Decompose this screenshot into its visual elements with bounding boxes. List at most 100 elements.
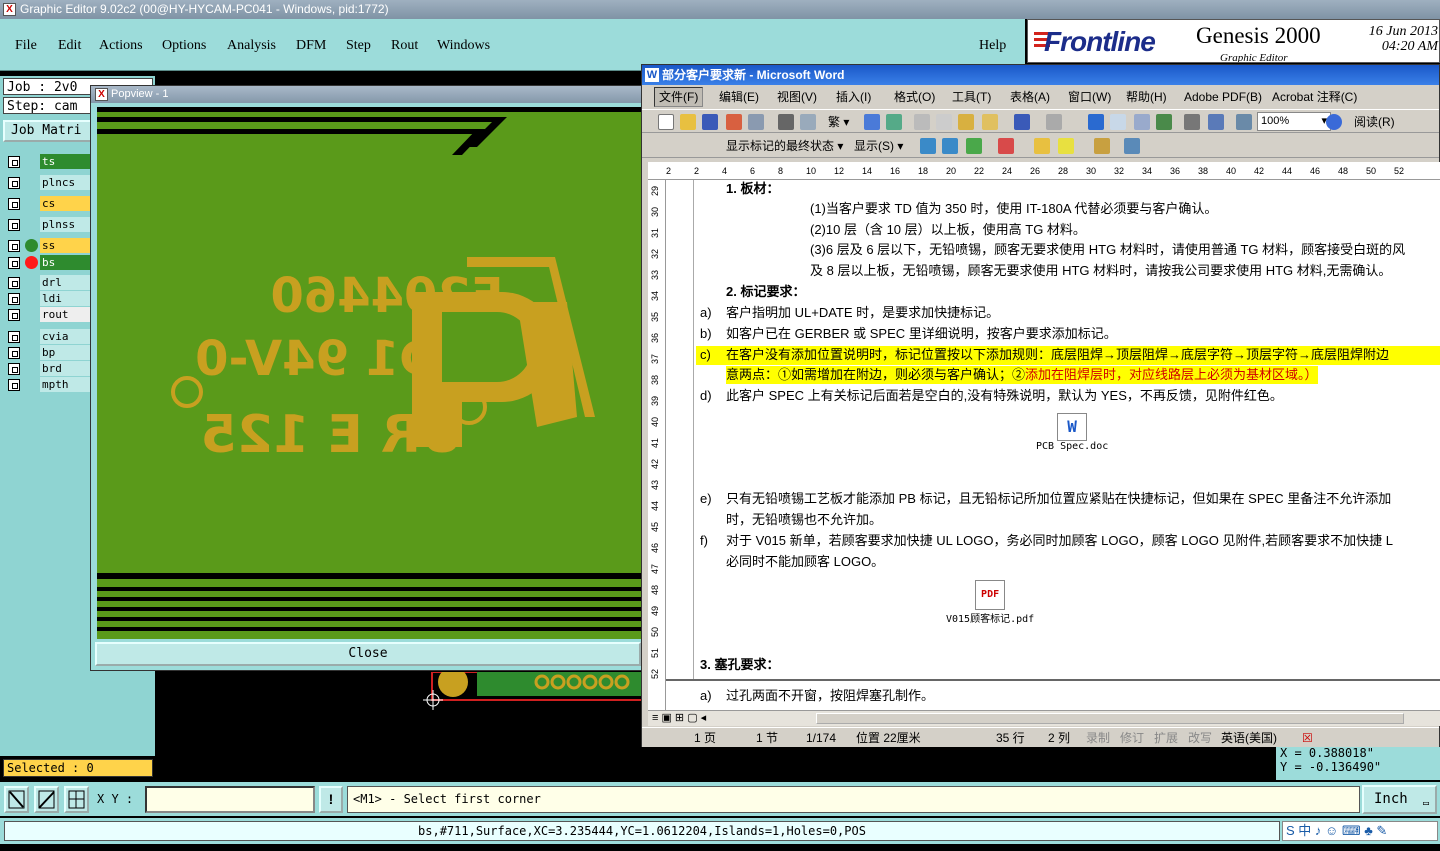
print-icon[interactable]: [778, 114, 794, 130]
tables-borders-icon[interactable]: [1110, 114, 1126, 130]
menu-dfm[interactable]: DFM: [296, 38, 326, 54]
layer-row-plnss[interactable]: plnss: [6, 217, 90, 232]
word-menu-tools[interactable]: 工具(T): [948, 86, 995, 108]
insert-comment-icon[interactable]: [1034, 138, 1050, 154]
layer-checkbox[interactable]: [8, 240, 20, 252]
layer-row-rout[interactable]: rout: [6, 307, 90, 322]
status-trk[interactable]: 修订: [1120, 728, 1144, 748]
layer-checkbox[interactable]: [8, 293, 20, 305]
status-ovr[interactable]: 改写: [1188, 728, 1212, 748]
popview-title-bar[interactable]: X Popview - 1: [91, 86, 645, 103]
layer-checkbox[interactable]: [8, 347, 20, 359]
horizontal-ruler[interactable]: 2 2 4 6 8 10 12 14 16 18 20 22 24 26 28 30 32 34 36 38 40 42 4…: [648, 162, 1440, 180]
vertical-ruler[interactable]: 29 30 31 32 33 34 35 36 37 38 39 40 41 42 43 44 45 46 47 48…: [648, 180, 666, 710]
reviewing-pane-icon[interactable]: [1124, 138, 1140, 154]
menu-help[interactable]: Help: [979, 38, 1006, 54]
layer-row-plncs[interactable]: plncs: [6, 175, 90, 190]
menu-analysis[interactable]: Analysis: [227, 38, 276, 54]
spelling-status-icon[interactable]: ☒: [1302, 728, 1313, 748]
print-preview-icon[interactable]: [800, 114, 816, 130]
horizontal-scrollbar[interactable]: ≡ ▣ ⊞ ▢ ◂: [648, 710, 1440, 726]
accept-change-icon[interactable]: [966, 138, 982, 154]
zoom-select[interactable]: 100% ▾: [1257, 112, 1331, 131]
layer-checkbox[interactable]: [8, 309, 20, 321]
layer-name[interactable]: bs: [40, 255, 90, 270]
menu-file[interactable]: File: [15, 38, 37, 54]
layer-checkbox[interactable]: [8, 177, 20, 189]
insert-table-icon[interactable]: [1134, 114, 1150, 130]
layer-checkbox[interactable]: [8, 363, 20, 375]
markup-dropdown[interactable]: 显示标记的最终状态 ▾: [726, 134, 843, 158]
drawing-icon[interactable]: [1208, 114, 1224, 130]
undo-icon[interactable]: [1014, 114, 1030, 130]
track-changes-icon[interactable]: [1094, 138, 1110, 154]
layer-row-bs[interactable]: bs: [6, 255, 90, 270]
layer-row-ldi[interactable]: ldi: [6, 291, 90, 306]
open-icon[interactable]: [680, 114, 696, 130]
attachment-v015-pdf[interactable]: PDF V015顾客标记.pdf: [946, 580, 1034, 625]
layer-checkbox[interactable]: [8, 257, 20, 269]
close-button[interactable]: Close: [95, 642, 641, 666]
word-menu-format[interactable]: 格式(O): [890, 86, 939, 108]
word-title-bar[interactable]: W 部分客户要求新 - Microsoft Word: [642, 65, 1439, 85]
show-dropdown[interactable]: 显示(S) ▾: [854, 134, 903, 158]
layer-row-cs[interactable]: cs: [6, 196, 90, 211]
word-menu-edit[interactable]: 编辑(E): [715, 86, 763, 108]
email-icon[interactable]: [748, 114, 764, 130]
layer-name[interactable]: drl: [40, 275, 90, 290]
document-map-icon[interactable]: [1236, 114, 1252, 130]
menu-rout[interactable]: Rout: [391, 38, 418, 54]
word-menu-adobe-pdf[interactable]: Adobe PDF(B): [1180, 86, 1266, 108]
menu-options[interactable]: Options: [162, 38, 206, 54]
hyperlink-icon[interactable]: [1088, 114, 1104, 130]
scrollbar-thumb[interactable]: [816, 713, 1404, 724]
layer-name[interactable]: plnss: [40, 217, 90, 232]
word-menu-acrobat[interactable]: Acrobat 注释(C): [1268, 86, 1361, 108]
grid-icon[interactable]: [64, 786, 89, 813]
cut-icon[interactable]: [914, 114, 930, 130]
read-button[interactable]: 阅读(R): [1354, 110, 1395, 134]
graphic-canvas[interactable]: [155, 667, 643, 780]
research-icon[interactable]: [886, 114, 902, 130]
word-menu-file[interactable]: 文件(F): [654, 87, 704, 107]
menu-step[interactable]: Step: [346, 38, 371, 54]
layer-name[interactable]: ss: [40, 238, 90, 253]
system-tray[interactable]: S 中 ♪ ☺ ⌨ ♣ ✎: [1282, 821, 1438, 841]
layer-row-ss[interactable]: ss: [6, 238, 90, 253]
permission-icon[interactable]: [726, 114, 742, 130]
save-icon[interactable]: [702, 114, 718, 130]
next-change-icon[interactable]: [942, 138, 958, 154]
popview-canvas[interactable]: E204460 D1 94V-0 UR E 125: [97, 107, 645, 639]
xy-input[interactable]: [145, 786, 315, 813]
word-menu-help[interactable]: 帮助(H): [1122, 86, 1171, 108]
highlight-icon[interactable]: [1058, 138, 1074, 154]
previous-change-icon[interactable]: [920, 138, 936, 154]
copy-icon[interactable]: [936, 114, 952, 130]
layer-row-bp[interactable]: bp: [6, 345, 90, 360]
layer-row-ts[interactable]: ts: [6, 154, 90, 169]
units-button[interactable]: Inch ▭: [1362, 785, 1437, 814]
document-lower-pane[interactable]: a) 过孔两面不开窗，按阻焊塞孔制作。: [666, 679, 1440, 711]
word-menu-window[interactable]: 窗口(W): [1064, 86, 1115, 108]
layer-name[interactable]: brd: [40, 361, 90, 376]
status-ext[interactable]: 扩展: [1154, 728, 1178, 748]
layer-checkbox[interactable]: [8, 331, 20, 343]
measure-icon[interactable]: [34, 786, 59, 813]
help-icon[interactable]: [1326, 114, 1342, 130]
layer-name[interactable]: ts: [40, 154, 90, 169]
spelling-icon[interactable]: [864, 114, 880, 130]
layer-checkbox[interactable]: [8, 198, 20, 210]
zoom-area-icon[interactable]: [4, 786, 29, 813]
traditional-chinese-icon[interactable]: 繁 ▾: [828, 110, 849, 134]
insert-excel-icon[interactable]: [1156, 114, 1172, 130]
word-menu-view[interactable]: 视图(V): [773, 86, 821, 108]
layer-name[interactable]: plncs: [40, 175, 90, 190]
status-rec[interactable]: 录制: [1086, 728, 1110, 748]
word-menu-table[interactable]: 表格(A): [1006, 86, 1054, 108]
format-painter-icon[interactable]: [982, 114, 998, 130]
layer-name[interactable]: cs: [40, 196, 90, 211]
menu-actions[interactable]: Actions: [99, 38, 143, 54]
document-page[interactable]: 1. 板材： (1)当客户要求 TD 值为 350 时，使用 IT-180A 代…: [666, 180, 1440, 710]
menu-windows[interactable]: Windows: [437, 38, 490, 54]
layer-checkbox[interactable]: [8, 156, 20, 168]
